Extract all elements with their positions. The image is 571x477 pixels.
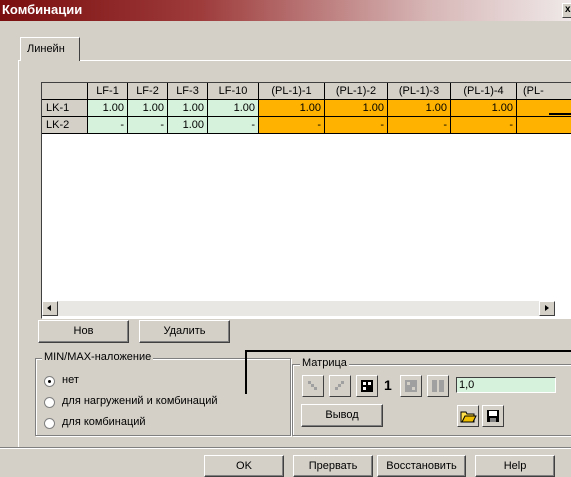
matrix-counter: 1 xyxy=(384,377,392,393)
matrix-full-icon xyxy=(361,380,373,392)
save-disk-button[interactable] xyxy=(482,405,504,427)
radio-combinations-label: для комбинаций xyxy=(62,416,146,428)
scroll-right-icon xyxy=(545,305,549,311)
grid-cell[interactable]: - xyxy=(128,117,168,134)
grid-cell[interactable]: 1.00 xyxy=(451,100,517,117)
open-folder-button[interactable] xyxy=(457,405,479,427)
tab-linear[interactable]: Линейн xyxy=(20,37,80,61)
radio-loads-and-combinations[interactable] xyxy=(44,397,55,408)
grid-cell[interactable]: - xyxy=(208,117,259,134)
callout-line-h xyxy=(245,350,571,352)
matrix-lower-button[interactable] xyxy=(302,375,324,397)
scroll-left-button[interactable] xyxy=(42,301,58,316)
grid-cell[interactable]: - xyxy=(88,117,128,134)
matrix-upper-button[interactable] xyxy=(329,375,351,397)
grid-cell[interactable]: - xyxy=(451,117,517,134)
tab-linear-label: Линейн xyxy=(27,43,65,55)
col-header[interactable]: (PL- xyxy=(517,83,571,100)
window-title: Комбинации xyxy=(2,2,83,17)
ok-button[interactable]: OK xyxy=(204,455,284,477)
grid-cell[interactable]: 1.00 xyxy=(88,100,128,117)
separator-highlight xyxy=(0,448,571,449)
radio-none-label: нет xyxy=(62,374,79,386)
close-button[interactable]: x xyxy=(562,3,571,18)
radio-loads-and-combinations-label: для нагружений и комбинаций xyxy=(62,395,218,407)
corner-cell xyxy=(42,83,88,100)
callout-line xyxy=(549,113,571,115)
matrix-columns-button[interactable] xyxy=(427,375,449,397)
delete-button[interactable]: Удалить xyxy=(139,320,230,343)
row-header[interactable]: LK-1 xyxy=(42,100,88,117)
save-disk-icon xyxy=(487,410,499,422)
minmax-title: MIN/MAX-наложение xyxy=(42,351,154,363)
grid-cell[interactable]: - xyxy=(388,117,451,134)
matrix-lower-icon xyxy=(308,381,317,390)
col-header[interactable]: LF-1 xyxy=(88,83,128,100)
restore-button[interactable]: Восстановить xyxy=(377,455,466,477)
matrix-grid-button[interactable] xyxy=(400,375,422,397)
matrix-upper-icon xyxy=(335,381,344,390)
title-bar: Комбинации x xyxy=(0,0,571,21)
combination-grid[interactable]: LF-1 LF-2 LF-3 LF-10 (PL-1)-1 (PL-1)-2 (… xyxy=(41,82,571,319)
matrix-title: Матрица xyxy=(300,357,349,369)
close-icon: x xyxy=(565,4,571,15)
scroll-left-icon xyxy=(47,305,51,311)
grid-cell[interactable]: 1.00 xyxy=(168,100,208,117)
col-header[interactable]: (PL-1)-4 xyxy=(451,83,517,100)
grid-cell[interactable]: 1.00 xyxy=(208,100,259,117)
scroll-right-button[interactable] xyxy=(539,301,555,316)
grid-cell[interactable]: - xyxy=(259,117,325,134)
callout-line-v xyxy=(245,350,247,394)
grid-cell[interactable]: - xyxy=(325,117,388,134)
grid-cell[interactable]: 1.00 xyxy=(128,100,168,117)
help-button[interactable]: Help xyxy=(475,455,555,477)
matrix-full-button[interactable] xyxy=(356,375,378,397)
grid-cell[interactable]: 1.00 xyxy=(388,100,451,117)
grid-cell[interactable] xyxy=(517,117,571,134)
grid-cell[interactable]: 1.00 xyxy=(168,117,208,134)
open-folder-icon xyxy=(460,411,477,423)
matrix-value-input[interactable] xyxy=(456,377,556,393)
cancel-button[interactable]: Прервать xyxy=(293,455,373,477)
matrix-columns-icon xyxy=(432,380,444,392)
row-header[interactable]: LK-2 xyxy=(42,117,88,134)
col-header[interactable]: (PL-1)-2 xyxy=(325,83,388,100)
output-button[interactable]: Вывод xyxy=(301,404,383,427)
col-header[interactable]: LF-3 xyxy=(168,83,208,100)
col-header[interactable]: (PL-1)-3 xyxy=(388,83,451,100)
radio-combinations[interactable] xyxy=(44,418,55,429)
col-header[interactable]: LF-10 xyxy=(208,83,259,100)
combinations-window: Комбинации x Линейн LF-1 LF-2 LF-3 LF-10… xyxy=(0,0,571,477)
col-header[interactable]: LF-2 xyxy=(128,83,168,100)
horizontal-scrollbar[interactable] xyxy=(42,301,555,316)
radio-none[interactable] xyxy=(44,376,55,387)
col-header[interactable]: (PL-1)-1 xyxy=(259,83,325,100)
grid-cell[interactable]: 1.00 xyxy=(259,100,325,117)
matrix-grid-icon xyxy=(405,380,417,392)
grid-cell[interactable]: 1.00 xyxy=(325,100,388,117)
new-button[interactable]: Нов xyxy=(38,320,129,343)
